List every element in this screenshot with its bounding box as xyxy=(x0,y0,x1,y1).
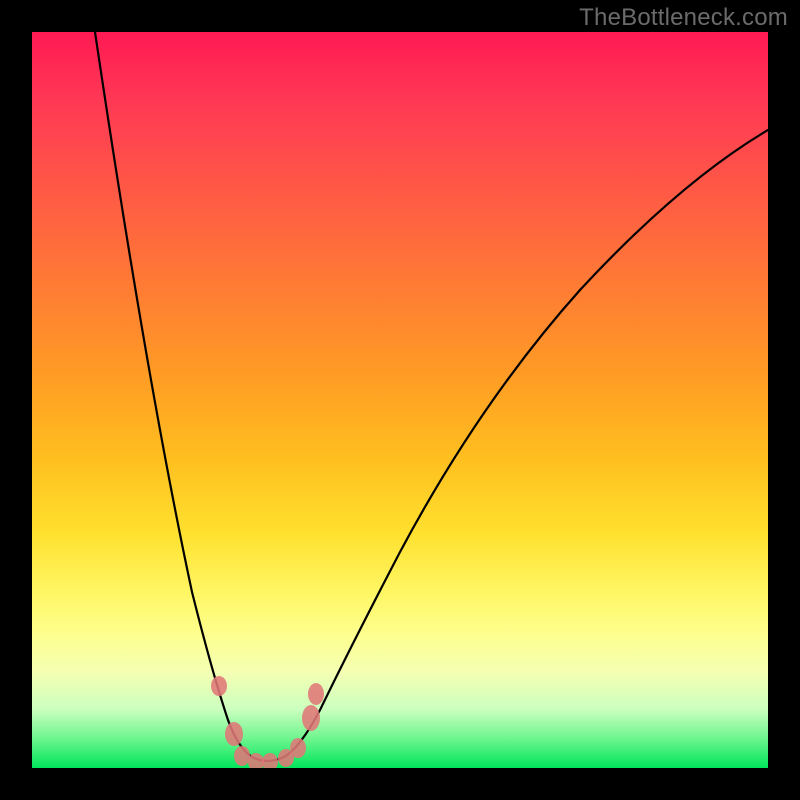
chart-stage: TheBottleneck.com xyxy=(0,0,800,800)
bottleneck-v-curve xyxy=(95,32,768,761)
bottleneck-curve-svg xyxy=(32,32,768,768)
watermark-text: TheBottleneck.com xyxy=(579,4,788,32)
plot-area xyxy=(32,32,768,768)
